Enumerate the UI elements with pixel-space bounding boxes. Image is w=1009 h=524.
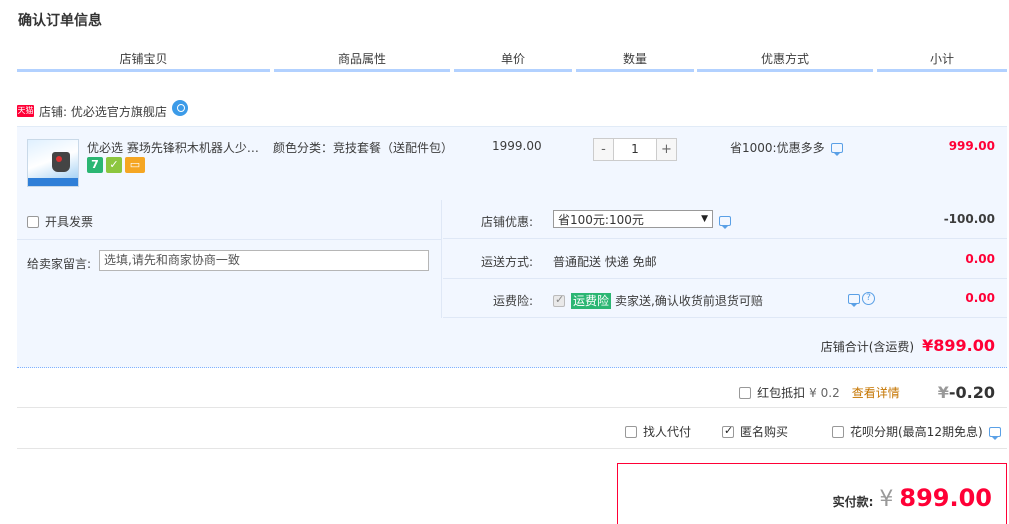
red-packet-checkbox[interactable]: [739, 386, 752, 399]
credit-card-icon[interactable]: ▭: [125, 157, 145, 173]
invoice-label: 开具发票: [45, 215, 94, 229]
pay-by-friend-label: 找人代付: [643, 425, 692, 439]
shop-total-label: 店铺合计(含运费): [820, 340, 915, 354]
item-discount: 省1000:优惠多多: [730, 139, 843, 156]
insurance-amount: 0.00: [965, 291, 995, 305]
currency-symbol: ¥: [879, 487, 894, 512]
column-header-discount: 优惠方式: [697, 50, 873, 72]
column-header-item: 店铺宝贝: [17, 50, 270, 72]
column-header-quantity: 数量: [576, 50, 694, 72]
shipping-row: 运送方式: 普通配送 快递 免邮 0.00: [443, 240, 1007, 279]
quantity-increase-button[interactable]: +: [656, 138, 677, 161]
product-thumbnail[interactable]: [27, 139, 79, 187]
help-icon[interactable]: ?: [862, 292, 875, 305]
column-header-props: 商品属性: [274, 50, 450, 72]
invoice-option[interactable]: 开具发票: [27, 213, 93, 230]
red-packet-row: 红包抵扣 ¥ 0.2 查看详情 ¥-0.20: [17, 370, 1007, 408]
extra-options-row: 找人代付 匿名购买 花呗分期(最高12期免息): [17, 409, 1007, 449]
shop-discount-row: 店铺优惠: 省100元:100元 ▼ -100.00: [443, 200, 1007, 239]
red-packet-amount: ¥-0.20: [938, 383, 995, 402]
column-header-subtotal: 小计: [877, 50, 1007, 72]
seller-note-input[interactable]: 选填,请先和商家协商一致: [99, 250, 429, 271]
actual-payment-label: 实付款:: [832, 495, 874, 509]
red-packet-yen: ¥: [937, 383, 949, 402]
dropdown-arrow-icon: ▼: [701, 214, 708, 224]
shipping-label: 运送方式:: [480, 255, 533, 269]
wangwang-chat-icon[interactable]: [171, 100, 188, 116]
tmall-badge: 天猫: [17, 105, 34, 117]
service-badges: 7 ✓ ▭: [87, 157, 145, 173]
payment-summary: 实付款: ¥ 899.00: [617, 463, 1007, 524]
red-packet-balance: ¥ 0.2: [809, 385, 840, 400]
order-options: 开具发票 给卖家留言: 选填,请先和商家协商一致 店铺优惠: 省100元:100…: [17, 200, 1007, 368]
product-title-link[interactable]: 优必选 赛场先锋积木机器人少…: [87, 139, 265, 156]
huabei-installment-option[interactable]: 花呗分期(最高12期免息): [832, 423, 1001, 440]
shop-total-amount: ¥899.00: [922, 336, 995, 355]
shop-discount-amount: -100.00: [943, 212, 995, 226]
quantity-stepper: - 1 +: [593, 138, 677, 161]
quantity-input[interactable]: 1: [614, 138, 656, 161]
red-packet-label: 红包抵扣: [757, 386, 806, 400]
shop-discount-selected: 省100元:100元: [558, 212, 644, 227]
order-item-row: 优必选 赛场先锋积木机器人少… 7 ✓ ▭ 颜色分类：竞技套餐（送配件包） 19…: [17, 126, 1007, 200]
guarantee-icon[interactable]: ✓: [106, 157, 122, 173]
unit-price: 1999.00: [492, 139, 542, 153]
shop-discount-label: 店铺优惠:: [480, 215, 533, 229]
insurance-label: 运费险:: [492, 294, 533, 308]
pay-by-friend-option[interactable]: 找人代付: [625, 423, 691, 440]
item-subtotal: 999.00: [948, 139, 995, 153]
anonymous-purchase-option[interactable]: 匿名购买: [722, 423, 788, 440]
item-discount-text: 省1000:优惠多多: [730, 141, 825, 155]
invoice-checkbox[interactable]: [27, 215, 39, 228]
insurance-row: 运费险: 运费险 卖家送,确认收货前退货可赔 ? 0.00: [443, 279, 1007, 318]
page-title: 确认订单信息: [18, 13, 102, 29]
shipping-method: 普通配送 快递 免邮: [553, 255, 657, 269]
huabei-label: 花呗分期(最高12期免息): [850, 425, 983, 439]
quantity-decrease-button[interactable]: -: [593, 138, 614, 161]
product-attributes: 颜色分类：竞技套餐（送配件包）: [273, 141, 454, 155]
message-icon[interactable]: [988, 426, 1001, 440]
seller-note-label: 给卖家留言:: [27, 257, 92, 271]
pay-by-friend-checkbox[interactable]: [625, 425, 637, 438]
actual-payment-amount: 899.00: [899, 484, 992, 512]
shop-discount-select[interactable]: 省100元:100元 ▼: [553, 210, 713, 228]
message-icon[interactable]: [848, 293, 860, 307]
red-packet-amount-value: -0.20: [948, 383, 995, 402]
message-icon[interactable]: [719, 215, 731, 229]
message-icon[interactable]: [830, 142, 843, 156]
anonymous-purchase-label: 匿名购买: [740, 425, 789, 439]
options-left-panel: 开具发票 给卖家留言: 选填,请先和商家协商一致: [17, 200, 442, 318]
insurance-checkbox: [553, 293, 565, 307]
insurance-description: 卖家送,确认收货前退货可赔: [615, 294, 763, 308]
shop-total: 店铺合计(含运费) ¥899.00: [821, 336, 995, 355]
view-details-link[interactable]: 查看详情: [852, 384, 900, 401]
insurance-tag: 运费险: [571, 292, 612, 309]
column-header-price: 单价: [454, 50, 572, 72]
shipping-amount: 0.00: [965, 252, 995, 266]
shop-row: 天猫 店铺: 优必选官方旗舰店: [17, 100, 188, 121]
huabei-checkbox[interactable]: [832, 425, 844, 438]
seven-day-return-icon[interactable]: 7: [87, 157, 103, 173]
shop-name[interactable]: 店铺: 优必选官方旗舰店: [39, 103, 167, 120]
anonymous-purchase-checkbox[interactable]: [722, 424, 734, 438]
